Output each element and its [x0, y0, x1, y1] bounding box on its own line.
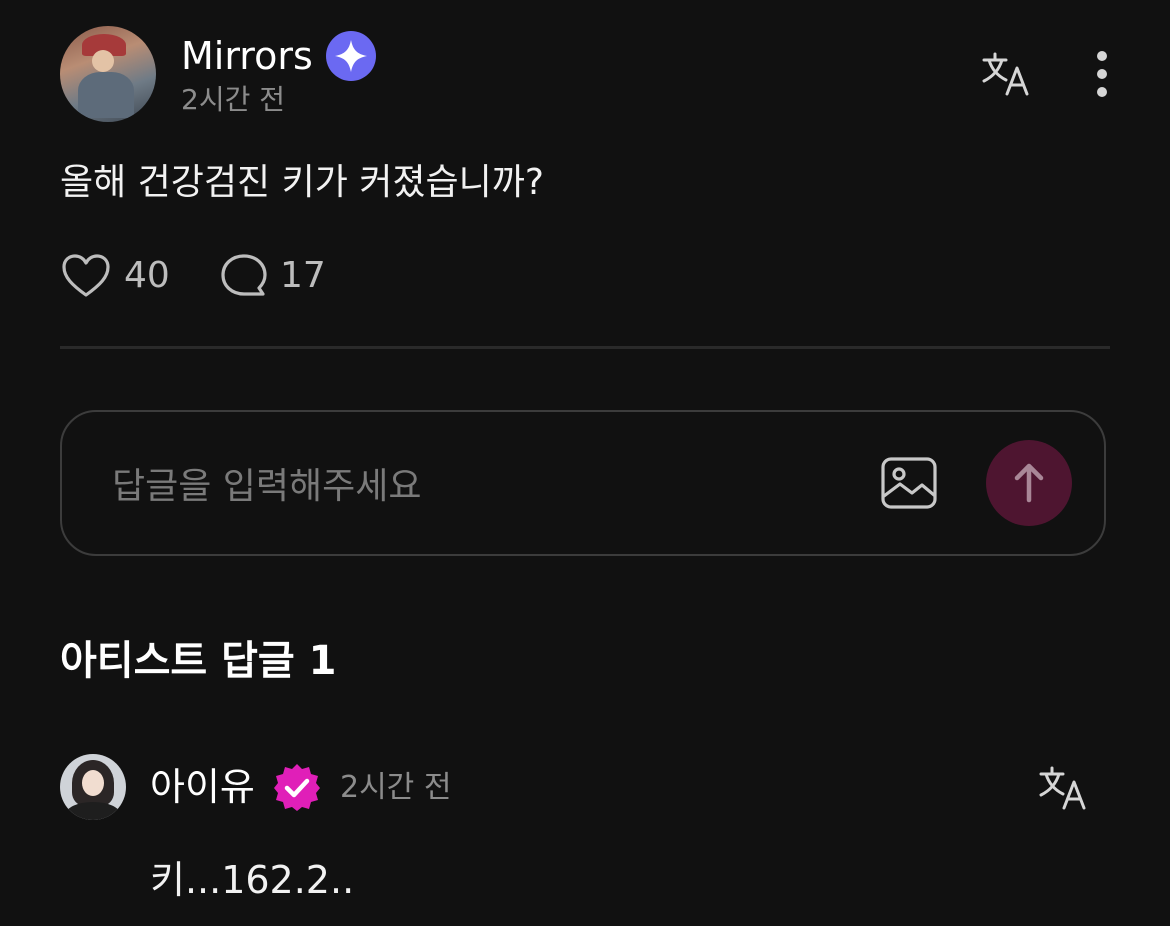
avatar-face — [92, 50, 114, 72]
artist-replies-heading: 아티스트 답글 1 — [60, 638, 337, 684]
avatar-shoulder — [66, 802, 120, 820]
reply-input[interactable] — [110, 460, 814, 512]
post-timestamp: 2시간 전 — [181, 83, 285, 116]
artist-reply-text: 키...162.2.. — [150, 858, 355, 902]
heart-icon[interactable] — [60, 252, 112, 300]
send-button[interactable] — [986, 440, 1072, 526]
arrow-up-icon — [1014, 463, 1044, 503]
artist-avatar[interactable] — [60, 754, 126, 820]
post-detail-page: Mirrors 2시간 전 올해 건강검진 키가 커졌습니까? 40 17 답글… — [0, 0, 1170, 926]
author-avatar[interactable] — [60, 26, 156, 122]
avatar-body — [78, 72, 134, 118]
translate-icon[interactable] — [1036, 762, 1090, 814]
avatar-face — [82, 770, 104, 796]
verified-check-badge-icon — [272, 762, 322, 812]
artist-name[interactable]: 아이유 — [150, 764, 255, 810]
translate-icon[interactable] — [980, 48, 1032, 100]
more-vertical-icon[interactable] — [1088, 48, 1116, 100]
sparkle-badge-icon — [326, 31, 376, 81]
author-name[interactable]: Mirrors — [181, 34, 313, 78]
like-count: 40 — [124, 255, 170, 296]
post-body-text: 올해 건강검진 키가 커졌습니까? — [60, 162, 544, 203]
artist-reply-timestamp: 2시간 전 — [340, 770, 452, 805]
comment-bubble-icon[interactable] — [218, 252, 270, 300]
comment-count: 17 — [280, 255, 326, 296]
divider — [60, 346, 1110, 349]
image-icon[interactable] — [880, 456, 938, 510]
